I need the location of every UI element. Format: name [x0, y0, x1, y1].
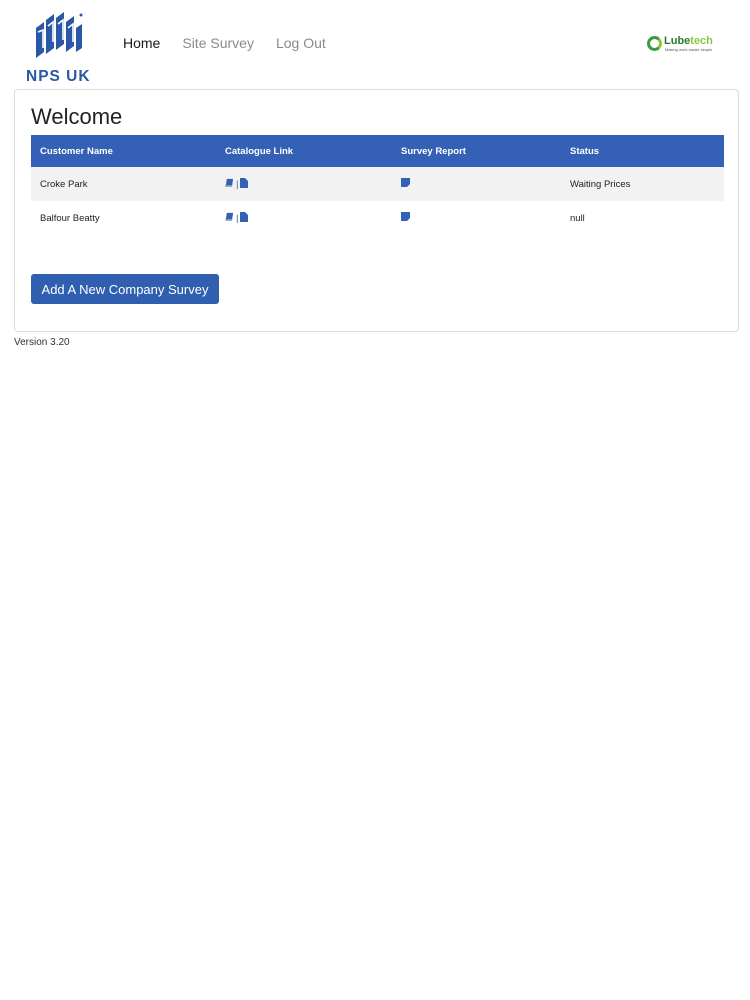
- partner-tagline: Making work easier simple: [665, 47, 713, 52]
- partner-logo: Lubetech Making work easier simple: [646, 34, 720, 56]
- survey-report: [392, 167, 561, 201]
- column-header-catalogue: Catalogue Link: [225, 145, 294, 157]
- status-text: Waiting Prices: [570, 178, 631, 190]
- column-header-customer: Customer Name: [40, 145, 113, 157]
- page-title: Welcome: [31, 104, 123, 129]
- navbar: NPS UK Home Site Survey Log Out Lubetech…: [0, 0, 750, 88]
- nav-log-out[interactable]: Log Out: [276, 35, 326, 51]
- book-icon[interactable]: [225, 178, 234, 190]
- version-label: Version 3.20: [14, 337, 70, 348]
- catalogue-separator: |: [236, 212, 239, 224]
- catalogue-links: |: [216, 201, 392, 235]
- status-text: null: [570, 212, 585, 224]
- table-row: Croke Park | Waiting Prices: [31, 167, 724, 201]
- partner-name-part1: Lube: [664, 35, 691, 47]
- nav-site-survey[interactable]: Site Survey: [182, 35, 254, 51]
- column-header-status: Status: [570, 145, 600, 157]
- table-header-row: Customer Name Catalogue Link Survey Repo…: [31, 135, 724, 167]
- survey-report: [392, 201, 561, 235]
- catalogue-separator: |: [236, 178, 239, 190]
- partner-ring-icon: [647, 36, 662, 51]
- customer-name: Croke Park: [40, 178, 88, 190]
- welcome-card: Welcome Customer Name Catalogue Link Sur…: [14, 89, 739, 332]
- nav-home[interactable]: Home: [123, 35, 160, 51]
- nps-logo-icon: [36, 12, 83, 58]
- table-row: Balfour Beatty | null: [31, 201, 724, 235]
- surveys-table: Customer Name Catalogue Link Survey Repo…: [31, 135, 724, 235]
- catalogue-links: |: [216, 167, 392, 201]
- partner-name: Lubetech: [664, 35, 713, 47]
- customer-name: Balfour Beatty: [40, 212, 100, 224]
- file-icon[interactable]: [240, 211, 249, 225]
- partner-name-part2: tech: [690, 35, 713, 47]
- main-nav: Home Site Survey Log Out: [123, 35, 348, 51]
- column-header-report: Survey Report: [401, 145, 466, 157]
- brand-name: NPS UK: [26, 68, 91, 85]
- brand-logo[interactable]: NPS UK: [24, 6, 100, 85]
- report-icon[interactable]: [401, 178, 410, 190]
- add-company-survey-button[interactable]: Add A New Company Survey: [31, 274, 219, 304]
- report-icon[interactable]: [401, 212, 410, 224]
- book-icon[interactable]: [225, 212, 234, 224]
- file-icon[interactable]: [240, 177, 249, 191]
